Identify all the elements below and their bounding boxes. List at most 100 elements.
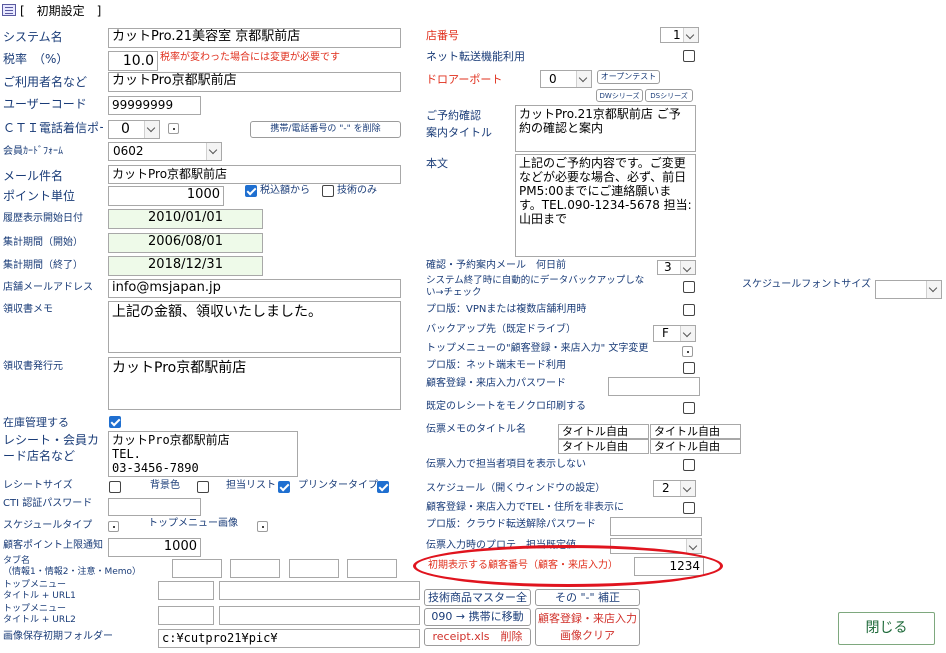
mobile-move-button[interactable]: 090 → 携帯に移動	[424, 608, 531, 626]
printer-type-label: プリンタータイプ	[298, 480, 378, 491]
point-unit-input[interactable]: 1000	[108, 186, 224, 206]
inventory-checkbox[interactable]	[109, 416, 121, 428]
mono-receipt-label: 既定のレシートをモノクロ印刷する	[426, 401, 586, 412]
system-name-label: システム名	[3, 30, 63, 44]
top-menu-2-title-input[interactable]	[158, 606, 214, 625]
drawer-port-value: 0	[549, 72, 557, 86]
store-no-value: 1	[673, 28, 681, 42]
pro-net-terminal-checkbox[interactable]	[683, 362, 695, 374]
point-limit-label: 顧客ポイント上限通知	[3, 540, 103, 551]
drawer-port-select[interactable]: 0	[540, 70, 592, 88]
mail-subject-input[interactable]: カットPro京都駅前店	[108, 165, 401, 184]
show-staff-checkbox[interactable]	[683, 459, 695, 471]
staff-list-checkbox[interactable]	[278, 481, 290, 493]
tab-name-1-input[interactable]	[172, 559, 222, 578]
image-clear-button[interactable]: 顧客登録・来店入力 画像クリア	[535, 608, 640, 646]
chevron-down-icon	[576, 71, 591, 87]
cloud-password-input[interactable]	[610, 517, 702, 536]
shop-mail-input[interactable]: info@msjapan.jp	[108, 279, 401, 298]
highlight-oval	[413, 545, 723, 587]
back-color-checkbox[interactable]	[197, 481, 209, 493]
member-card-form-select[interactable]: 0602	[108, 142, 222, 161]
backup-drive-value: F	[662, 326, 669, 340]
ds-series-button[interactable]: DSシリーズ	[645, 89, 693, 102]
hyphen-fix-button[interactable]: その "-" 補正	[535, 589, 640, 606]
schedule-font-select[interactable]	[875, 280, 942, 299]
receipt-issuer-input[interactable]: カットPro京都駅前店	[108, 357, 401, 410]
top-menu-image-button[interactable]	[257, 521, 268, 532]
staff-list-label: 担当リスト	[226, 480, 276, 491]
system-name-input[interactable]: カットPro.21美容室 京都駅前店	[108, 28, 401, 48]
receipt-size-checkbox[interactable]	[109, 481, 121, 493]
member-card-form-value: 0602	[113, 144, 144, 158]
tech-master-button[interactable]: 技術商品マスター全	[424, 589, 531, 606]
slip-memo-title-2[interactable]: タイトル自由	[650, 424, 741, 439]
cti-port-option-button[interactable]	[168, 123, 179, 134]
mono-receipt-checkbox[interactable]	[683, 402, 695, 414]
store-no-select[interactable]: 1	[660, 27, 699, 43]
body-label: 本文	[426, 157, 448, 170]
period-end-input[interactable]: 2018/12/31	[108, 256, 263, 276]
backup-drive-select[interactable]: F	[653, 325, 696, 342]
tax-inclusive-checkbox[interactable]	[245, 185, 257, 197]
top-menu-2-url-input[interactable]	[219, 606, 420, 625]
chevron-down-icon	[144, 121, 159, 138]
tax-rate-note: 税率が変わった場合には変更が必要です	[160, 52, 340, 63]
receipt-memo-input[interactable]: 上記の金額、領収いたしました。	[108, 301, 401, 353]
top-menu-1-title-input[interactable]	[158, 581, 214, 600]
schedule-font-label: スケジュールフォントサイズ	[742, 279, 871, 290]
back-color-label: 背景色	[150, 480, 180, 491]
period-start-input[interactable]: 2006/08/01	[108, 233, 263, 253]
net-transfer-checkbox[interactable]	[683, 50, 695, 62]
tax-rate-input[interactable]: 10.0	[108, 51, 158, 71]
slip-memo-title-3[interactable]: タイトル自由	[558, 439, 649, 454]
history-start-input[interactable]: 2010/01/01	[108, 209, 263, 229]
confirm-days-select[interactable]: 3	[657, 260, 696, 275]
cti-password-input[interactable]	[108, 498, 201, 516]
chevron-down-icon	[206, 143, 221, 160]
auto-backup-checkbox[interactable]	[683, 281, 695, 293]
slip-memo-title-1[interactable]: タイトル自由	[558, 424, 649, 439]
schedule-type-button[interactable]	[108, 521, 119, 532]
open-test-button[interactable]: オープンテスト	[597, 70, 660, 84]
chevron-down-icon	[683, 28, 698, 42]
top-menu-1-url-input[interactable]	[219, 581, 420, 600]
point-limit-input[interactable]: 1000	[108, 538, 201, 557]
tab-name-2-input[interactable]	[230, 559, 280, 578]
top-menu-text-button[interactable]	[682, 346, 693, 357]
printer-type-checkbox[interactable]	[377, 481, 389, 493]
customer-password-input[interactable]	[608, 377, 700, 396]
slip-memo-title-4[interactable]: タイトル自由	[650, 439, 741, 454]
chevron-down-icon	[680, 326, 695, 341]
history-start-label: 履歴表示開始日付	[3, 213, 83, 224]
body-input[interactable]: 上記のご予約内容です。ご変更などが必要な場合、必ず、前日PM5:00までにご連絡…	[515, 154, 696, 257]
tab-name-3-input[interactable]	[289, 559, 339, 578]
user-name-input[interactable]: カットPro京都駅前店	[108, 72, 401, 92]
phone-hyphen-delete-button[interactable]: 携帯/電話番号の "-" を削除	[250, 121, 401, 138]
schedule-window-value: 2	[662, 481, 670, 495]
reserve-title-input[interactable]: カットPro.21京都駅前店 ご予約の確認と案内	[515, 105, 696, 152]
receipt-delete-button[interactable]: receipt.xls 削除	[424, 628, 531, 646]
receipt-store-name-label: レシート・会員カード店名など	[3, 433, 100, 463]
pro-net-terminal-label: プロ版：ネット端末モード利用	[426, 360, 566, 371]
hide-tel-checkbox[interactable]	[683, 502, 695, 514]
tax-rate-label: 税率 （%）	[3, 52, 69, 66]
tech-only-checkbox[interactable]	[322, 185, 334, 197]
close-button[interactable]: 閉じる	[838, 612, 935, 645]
pro-vpn-checkbox[interactable]	[683, 304, 695, 316]
window-title: [ 初期設定 ]	[20, 4, 102, 18]
cti-port-value: 0	[121, 121, 130, 137]
top-menu-2-label: トップメニュー タイトル + URL2	[3, 604, 76, 625]
confirm-days-value: 3	[664, 260, 672, 274]
cti-port-select[interactable]: 0	[108, 120, 160, 139]
dw-series-button[interactable]: DWシリーズ	[596, 89, 643, 102]
image-folder-input[interactable]: c:¥cutpro21¥pic¥	[158, 629, 420, 648]
schedule-window-select[interactable]: 2	[653, 480, 696, 497]
tab-name-4-input[interactable]	[347, 559, 397, 578]
shop-mail-label: 店舗メールアドレス	[3, 282, 93, 293]
store-no-label: 店番号	[426, 29, 459, 42]
user-code-input[interactable]: 99999999	[108, 96, 201, 115]
image-folder-label: 画像保存初期フォルダー	[3, 631, 113, 642]
receipt-store-name-input[interactable]: カットPro京都駅前店 TEL. 03-3456-7890	[108, 431, 298, 477]
chevron-down-icon	[686, 539, 701, 553]
